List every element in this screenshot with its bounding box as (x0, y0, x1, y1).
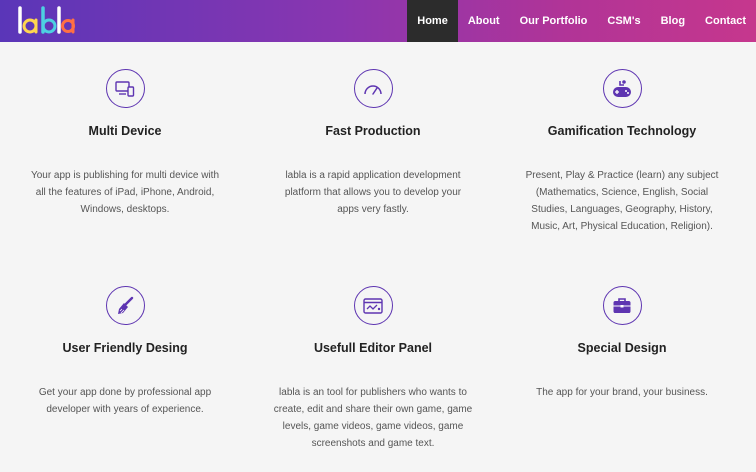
feature-description: The app for your brand, your business. (536, 387, 708, 398)
gamepad-icon (602, 69, 642, 108)
feature-description: labla is a rapid application development… (284, 170, 462, 215)
nav-our-portfolio[interactable]: Our Portfolio (510, 0, 598, 42)
briefcase-icon (602, 286, 642, 325)
feature-title: Gamification Technology (547, 124, 697, 138)
feature-multi-device: Multi Device Your app is publishing for … (5, 69, 245, 218)
feature-special-design: Special Design The app for your brand, y… (502, 286, 742, 401)
editor-window-icon (353, 286, 393, 325)
features-section: Multi Device Your app is publishing for … (0, 42, 756, 472)
feature-description: Present, Play & Practice (learn) any sub… (525, 170, 719, 232)
feature-title: Multi Device (88, 124, 162, 138)
nav-csms[interactable]: CSM's (597, 0, 650, 42)
nav-home[interactable]: Home (407, 0, 458, 42)
labla-logo[interactable] (15, 4, 75, 38)
nav-about[interactable]: About (458, 0, 510, 42)
feature-fast-production: Fast Production labla is a rapid applica… (253, 69, 493, 218)
feature-title: User Friendly Desing (62, 341, 188, 355)
feature-description: labla is an tool for publishers who want… (273, 387, 473, 449)
feature-description: Your app is publishing for multi device … (30, 170, 220, 215)
feature-title: Usefull Editor Panel (313, 341, 433, 355)
main-nav: Home About Our Portfolio CSM's Blog Cont… (407, 0, 756, 42)
feature-gamification-technology: Gamification Technology Present, Play & … (502, 69, 742, 235)
feature-user-friendly-desing: User Friendly Desing Get your app done b… (5, 286, 245, 418)
speedometer-icon (353, 69, 393, 108)
nav-blog[interactable]: Blog (651, 0, 695, 42)
feature-title: Fast Production (325, 124, 421, 138)
devices-icon (105, 69, 145, 108)
feature-usefull-editor-panel: Usefull Editor Panel labla is an tool fo… (253, 286, 493, 452)
feature-description: Get your app done by professional app de… (38, 387, 212, 415)
top-navbar: Home About Our Portfolio CSM's Blog Cont… (0, 0, 756, 42)
feature-title: Special Design (577, 341, 667, 355)
brush-icon (105, 286, 145, 325)
nav-contact[interactable]: Contact (695, 0, 756, 42)
